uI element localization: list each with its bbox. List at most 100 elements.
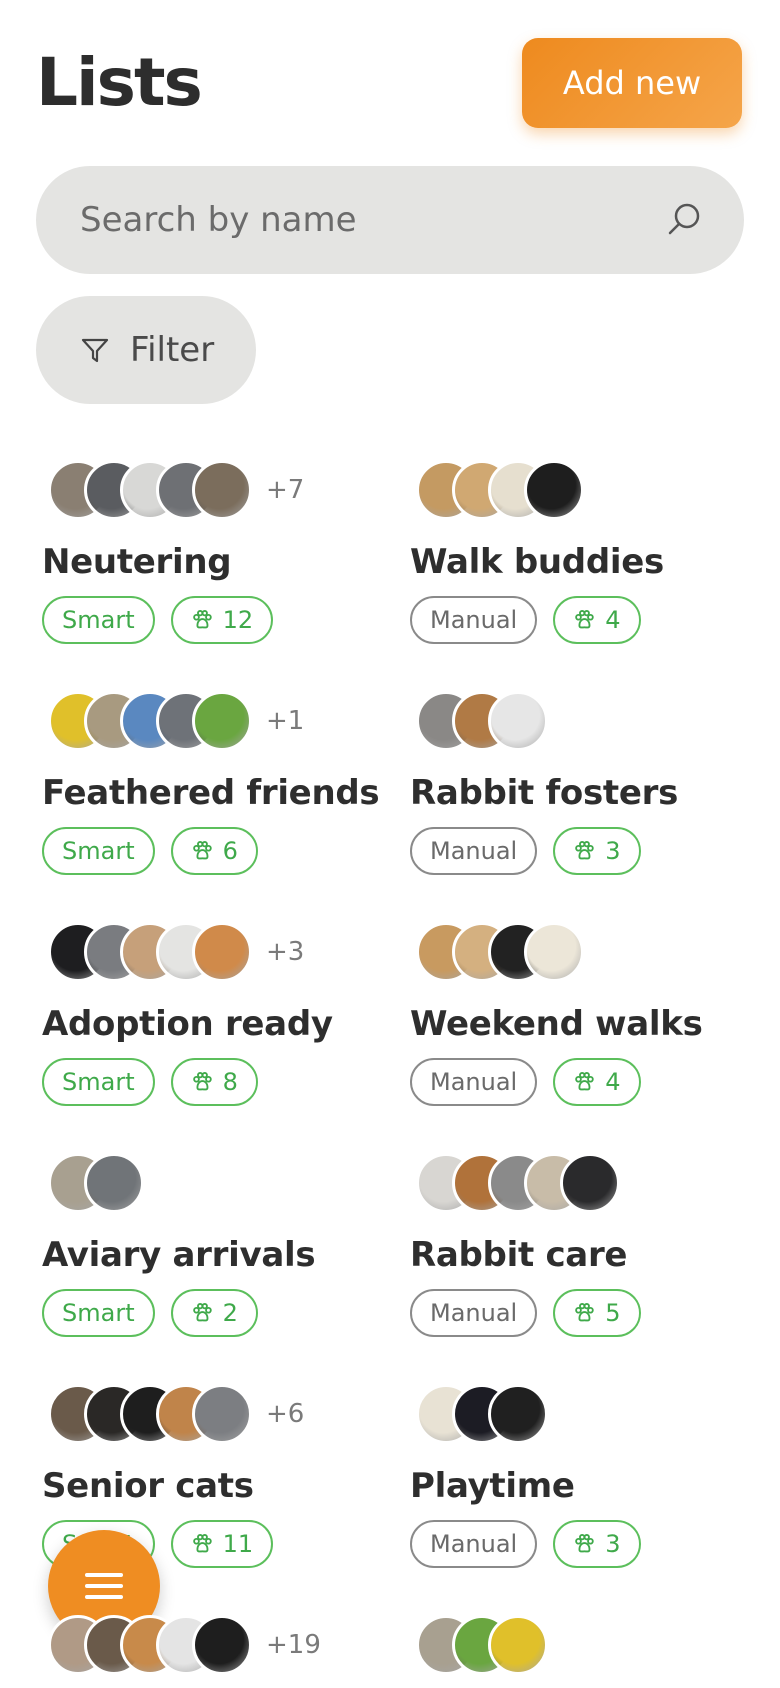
pet-count: 11 — [222, 1530, 254, 1558]
paw-icon — [573, 840, 595, 862]
list-tags: Smart 12 — [42, 596, 402, 644]
filter-button[interactable]: Filter — [36, 296, 256, 404]
list-type-badge: Manual — [410, 827, 538, 875]
list-card[interactable]: Aviary arrivals Smart 2 — [42, 1153, 402, 1337]
avatar-stack — [410, 460, 770, 520]
list-name: Rabbit care — [410, 1235, 628, 1275]
pet-count: 4 — [605, 606, 621, 634]
list-name: Adoption ready — [42, 1004, 333, 1044]
add-new-button[interactable]: Add new — [522, 38, 742, 128]
paw-icon — [191, 1071, 213, 1093]
search-icon[interactable] — [664, 200, 704, 240]
pet-count: 5 — [605, 1299, 621, 1327]
pet-avatar — [524, 460, 584, 520]
list-tags: Manual 3 — [410, 1520, 770, 1568]
list-tags: Manual 4 — [410, 1058, 770, 1106]
avatar-stack: +3 — [42, 922, 402, 982]
avatar-stack: +7 — [42, 460, 402, 520]
list-type-badge: Manual — [410, 1520, 538, 1568]
list-tags: Smart 2 — [42, 1289, 402, 1337]
list-card[interactable]: +19 — [42, 1615, 402, 1675]
avatar-stack: +6 — [42, 1384, 402, 1444]
list-tags: Smart 8 — [42, 1058, 402, 1106]
list-name: Rabbit fosters — [410, 773, 679, 813]
pet-count-badge: 3 — [553, 827, 641, 875]
pet-avatar — [192, 460, 252, 520]
avatar-stack: +1 — [42, 691, 402, 751]
pet-count-badge: 11 — [170, 1520, 274, 1568]
page-title: Lists — [36, 44, 203, 121]
list-tags: Manual 3 — [410, 827, 770, 875]
list-type-badge: Smart — [42, 1058, 155, 1106]
search-bar[interactable]: Search by name — [36, 166, 744, 274]
pet-avatar — [192, 922, 252, 982]
list-name: Weekend walks — [410, 1004, 703, 1044]
list-tags: Manual 5 — [410, 1289, 770, 1337]
avatar-stack: +19 — [42, 1615, 402, 1675]
avatar-stack — [410, 1153, 770, 1213]
list-name: Aviary arrivals — [42, 1235, 316, 1275]
pet-avatar — [488, 691, 548, 751]
list-card[interactable]: +3 Adoption ready Smart 8 — [42, 922, 402, 1106]
list-card[interactable]: Rabbit care Manual 5 — [410, 1153, 770, 1337]
pet-count: 8 — [222, 1068, 238, 1096]
filter-label: Filter — [130, 330, 215, 370]
paw-icon — [191, 1302, 213, 1324]
list-card[interactable]: Playtime Manual 3 — [410, 1384, 770, 1568]
list-type-badge: Manual — [410, 1289, 538, 1337]
list-type-badge: Smart — [42, 596, 155, 644]
pet-avatar — [84, 1153, 144, 1213]
list-tags: Smart 6 — [42, 827, 402, 875]
list-card[interactable]: +7 Neutering Smart 12 — [42, 460, 402, 644]
pet-count: 6 — [222, 837, 238, 865]
paw-icon — [573, 1071, 595, 1093]
pet-count: 4 — [605, 1068, 621, 1096]
avatar-stack — [410, 1384, 770, 1444]
list-type-badge: Smart — [42, 827, 155, 875]
pet-avatar — [192, 1384, 252, 1444]
pet-count-badge: 8 — [170, 1058, 258, 1106]
pet-avatar — [488, 1384, 548, 1444]
paw-icon — [573, 609, 595, 631]
list-type-badge: Manual — [410, 1058, 538, 1106]
paw-icon — [191, 840, 213, 862]
list-card[interactable] — [410, 1615, 770, 1675]
list-card[interactable]: Rabbit fosters Manual 3 — [410, 691, 770, 875]
pet-count-badge: 12 — [170, 596, 274, 644]
avatar-stack — [410, 1615, 770, 1675]
pet-count-badge: 4 — [553, 1058, 641, 1106]
list-tags: Manual 4 — [410, 596, 770, 644]
pet-count-badge: 3 — [553, 1520, 641, 1568]
more-count: +7 — [266, 475, 305, 505]
list-card[interactable]: Weekend walks Manual 4 — [410, 922, 770, 1106]
avatar-stack — [42, 1153, 402, 1213]
list-name: Senior cats — [42, 1466, 254, 1506]
list-card[interactable]: Walk buddies Manual 4 — [410, 460, 770, 644]
avatar-stack — [410, 691, 770, 751]
paw-icon — [191, 609, 213, 631]
more-count: +1 — [266, 706, 305, 736]
pet-avatar — [192, 1615, 252, 1675]
search-input[interactable]: Search by name — [80, 200, 664, 240]
list-name: Feathered friends — [42, 773, 380, 813]
filter-icon — [81, 338, 109, 363]
paw-icon — [573, 1302, 595, 1324]
list-card[interactable]: +1 Feathered friends Smart 6 — [42, 691, 402, 875]
pet-count: 3 — [605, 1530, 621, 1558]
menu-icon — [85, 1566, 123, 1606]
pet-count: 3 — [605, 837, 621, 865]
pet-avatar — [524, 922, 584, 982]
pet-count-badge: 6 — [170, 827, 258, 875]
list-name: Neutering — [42, 542, 232, 582]
list-name: Playtime — [410, 1466, 575, 1506]
pet-avatar — [560, 1153, 620, 1213]
more-count: +3 — [266, 937, 305, 967]
pet-count-badge: 4 — [553, 596, 641, 644]
avatar-stack — [410, 922, 770, 982]
list-name: Walk buddies — [410, 542, 664, 582]
list-type-badge: Manual — [410, 596, 538, 644]
pet-avatar — [192, 691, 252, 751]
pet-count-badge: 2 — [170, 1289, 258, 1337]
more-count: +19 — [266, 1630, 321, 1660]
pet-count: 12 — [222, 606, 254, 634]
